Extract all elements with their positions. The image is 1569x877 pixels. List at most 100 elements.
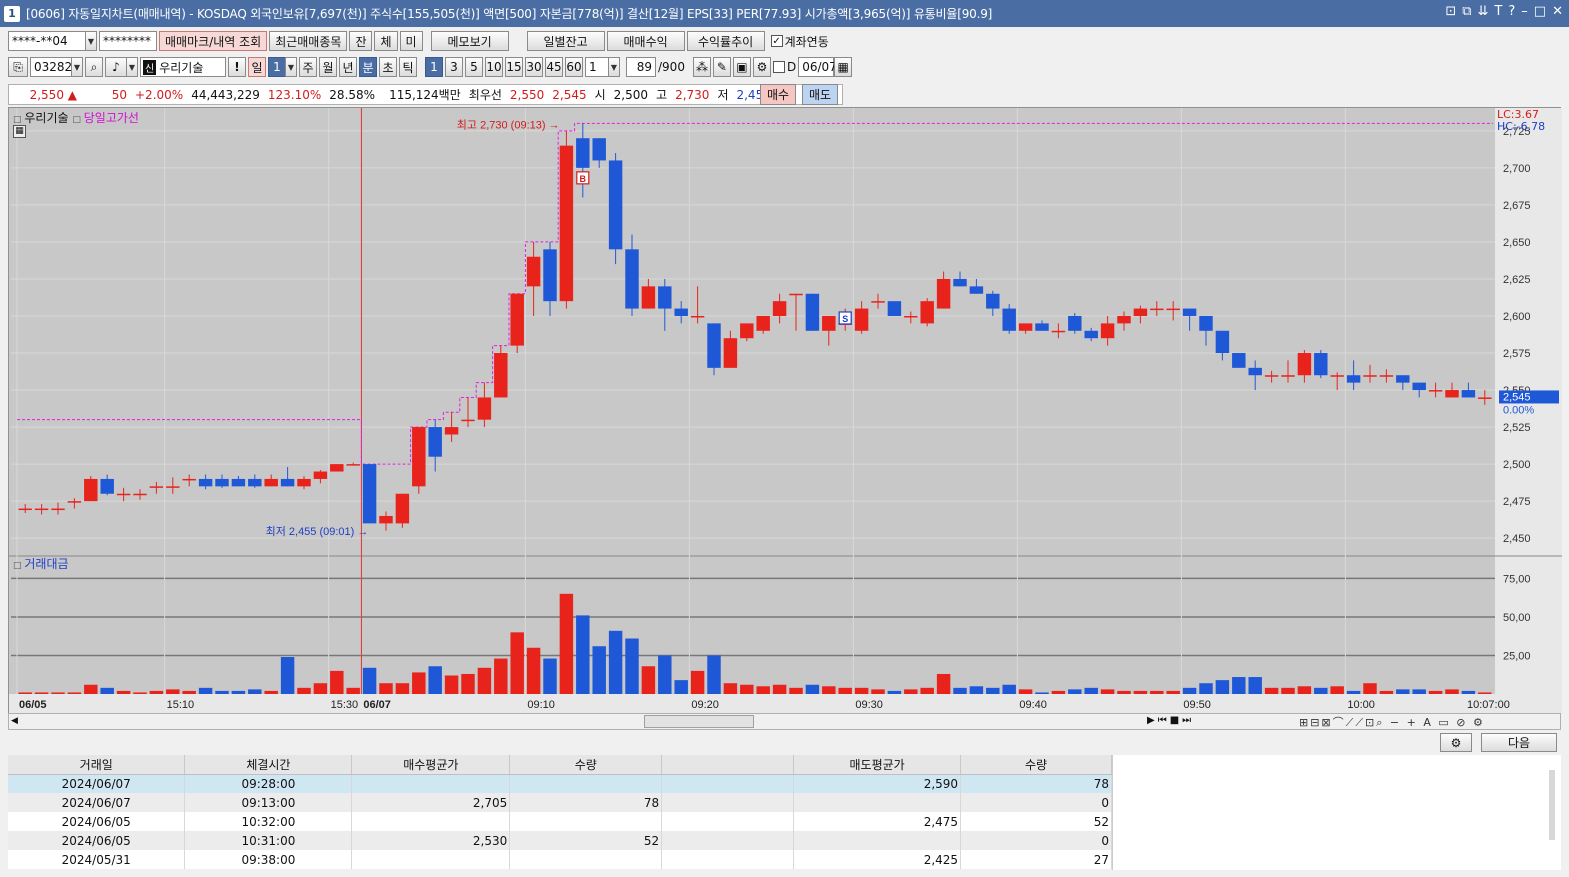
sell-button[interactable]: 매도 [802, 84, 838, 105]
col-buy-avg[interactable]: 매수평균가 [351, 755, 511, 775]
candle-body [1461, 390, 1476, 398]
code-dropdown-icon[interactable]: ▼ [71, 57, 83, 77]
balance-button[interactable]: 잔 [349, 31, 373, 51]
volume-bar [887, 690, 902, 694]
table-settings-icon[interactable]: ⚙ [1440, 733, 1472, 752]
time-tick-label: 15:30 [331, 699, 359, 711]
close-icon[interactable]: ✕ [1552, 4, 1563, 19]
save-icon[interactable]: ▣ [732, 57, 751, 77]
minute-15-button[interactable]: 15 [505, 57, 523, 77]
pin-icon[interactable]: ⇊ [1478, 4, 1489, 19]
dock-icon[interactable]: ⊡ [1445, 4, 1456, 19]
daily-balance-button[interactable]: 일별잔고 [526, 31, 605, 51]
minute-5-button[interactable]: 5 [465, 57, 483, 77]
grid-table-icon[interactable]: ▦ [13, 125, 26, 138]
col-sell-qty[interactable]: 수량 [960, 755, 1112, 775]
minimize-icon[interactable]: – [1521, 4, 1528, 19]
cell-buy-qty [509, 850, 663, 869]
buy-button[interactable]: 매수 [760, 84, 796, 105]
profit-trend-button[interactable]: 수익률추이 [686, 31, 765, 51]
date-checkbox[interactable] [772, 61, 785, 73]
recent-trades-button[interactable]: 최근매매종목 [269, 31, 348, 51]
volume-bar [182, 690, 196, 694]
day-count-dropdown-icon[interactable]: ▼ [285, 57, 297, 77]
password-input[interactable]: ******** [99, 31, 157, 51]
period-year-tab[interactable]: 년 [339, 57, 357, 77]
table-row[interactable]: 2024/05/31 09:38:00 2,425 27 [8, 850, 1112, 869]
minute-1-button[interactable]: 1 [425, 57, 443, 77]
minute-3-button[interactable]: 3 [445, 57, 463, 77]
minute-30-button[interactable]: 30 [525, 57, 543, 77]
scroll-left-icon[interactable]: ◀ [11, 716, 18, 726]
time-tick-label: 09:50 [1183, 699, 1211, 711]
col-sell-avg[interactable]: 매도평균가 [793, 755, 962, 775]
chart-panel[interactable]: 2,7252,7002,6752,6502,6252,6002,5752,550… [8, 107, 1562, 714]
memo-button[interactable]: 메모보기 [430, 31, 509, 51]
volume-bar [789, 687, 803, 694]
col-buy-qty[interactable]: 수량 [509, 755, 663, 775]
col-exec-time[interactable]: 체결시간 [184, 755, 353, 775]
table-row[interactable]: 2024/06/07 09:28:00 2,590 78 [8, 774, 1112, 793]
maximize-icon[interactable]: □ [1534, 4, 1546, 19]
account-link-checkbox[interactable]: ✓ 계좌연동 [770, 33, 829, 50]
code-search-icon[interactable]: ⎘ [8, 57, 28, 77]
interval-dropdown-icon[interactable]: ▼ [608, 57, 620, 77]
interval-input[interactable]: 1 [585, 57, 609, 77]
candle-body [1100, 323, 1115, 339]
volume-bar [1264, 687, 1279, 694]
candle-body [1002, 308, 1016, 331]
table-row[interactable]: 2024/06/05 10:31:00 2,530 52 0 [8, 831, 1112, 850]
price-tick-label: 2,575 [1503, 348, 1531, 360]
candle-body [84, 478, 98, 502]
period-tick-tab[interactable]: 틱 [399, 57, 417, 77]
volume-bar [1068, 689, 1082, 694]
period-second-tab[interactable]: 초 [379, 57, 397, 77]
indicator-icon[interactable]: ⁂ [692, 57, 711, 77]
account-dropdown-icon[interactable]: ▼ [85, 31, 97, 51]
cascade-icon[interactable]: ⧉ [1462, 4, 1471, 19]
minute-10-button[interactable]: 10 [485, 57, 503, 77]
speaker-dropdown-icon[interactable]: ▼ [126, 57, 138, 77]
help-icon[interactable]: ? [1508, 4, 1515, 19]
playback-controls[interactable]: ▶⏮■⏭ [1147, 715, 1194, 726]
warning-button[interactable]: ! [228, 57, 246, 77]
table-row[interactable]: 2024/06/05 10:32:00 2,475 52 [8, 812, 1112, 831]
speaker-icon[interactable]: ♪ [105, 57, 127, 77]
tool-icon[interactable]: ✎ [712, 57, 731, 77]
period-day-tab[interactable]: 일 [248, 57, 266, 77]
trade-mark-query-button[interactable]: 매매마크/내역 조회 [159, 31, 268, 51]
period-day-count[interactable]: 1 [268, 57, 286, 77]
candle-body [362, 464, 377, 524]
stock-name-field[interactable]: 신 우리기술 [140, 57, 226, 77]
candlestick-chart[interactable]: 2,7252,7002,6752,6502,6252,6002,5752,550… [9, 108, 1562, 714]
candle-body [1166, 308, 1180, 311]
period-week-tab[interactable]: 주 [299, 57, 317, 77]
search-icon[interactable]: ⌕ [85, 57, 103, 77]
calendar-icon[interactable]: ▦ [834, 57, 853, 77]
gear-icon[interactable]: ⚙ [752, 57, 771, 77]
col-blank[interactable] [661, 755, 795, 775]
table-scrollbar[interactable] [1549, 770, 1555, 840]
account-input[interactable]: ****-**04 [8, 31, 86, 51]
font-icon[interactable]: T [1494, 4, 1502, 19]
drawing-tools[interactable]: ⊞⊟⊠⌒⟋⟋⊡⌕ − + A ▭ ⊘ ⚙ [1299, 714, 1485, 730]
next-button[interactable]: 다음 [1481, 733, 1557, 752]
table-row[interactable]: 2024/06/07 09:13:00 2,705 78 0 [8, 793, 1112, 812]
candle-body [707, 323, 721, 368]
minute-45-button[interactable]: 45 [545, 57, 563, 77]
volume-bar [1084, 687, 1098, 694]
trade-profit-button[interactable]: 매매수익 [606, 31, 685, 51]
period-minute-tab[interactable]: 분 [359, 57, 377, 77]
stock-code-input[interactable]: 032820 [30, 57, 80, 77]
scroll-thumb[interactable] [644, 715, 754, 728]
candle-body [1264, 375, 1279, 377]
minute-60-button[interactable]: 60 [565, 57, 583, 77]
bar-count-input[interactable]: 89 [626, 57, 656, 77]
col-trade-date[interactable]: 거래일 [8, 755, 186, 775]
chart-scrollbar[interactable]: ◀ ▶⏮■⏭ ⊞⊟⊠⌒⟋⟋⊡⌕ − + A ▭ ⊘ ⚙ [8, 713, 1561, 730]
executed-button[interactable]: 체 [374, 31, 398, 51]
unexecuted-button[interactable]: 미 [399, 31, 423, 51]
date-input[interactable]: 06/07 [798, 57, 837, 77]
checkbox-icon[interactable]: ✓ [770, 35, 783, 47]
period-month-tab[interactable]: 월 [319, 57, 337, 77]
